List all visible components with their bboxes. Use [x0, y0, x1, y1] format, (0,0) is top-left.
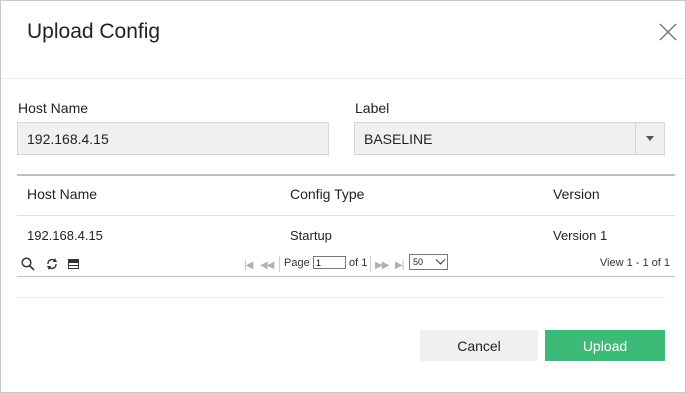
column-header-host-name[interactable]: Host Name [27, 186, 97, 202]
last-page-icon[interactable]: ▶| [395, 260, 404, 271]
cell-host-name: 192.168.4.15 [27, 228, 103, 243]
label-select[interactable]: BASELINE [354, 122, 665, 155]
page-count: of 1 [349, 257, 368, 269]
pager-separator [279, 256, 280, 272]
page-label: Page [284, 257, 310, 269]
label-select-value: BASELINE [364, 131, 433, 147]
label-select-toggle[interactable] [635, 123, 664, 154]
columns-icon[interactable] [68, 257, 79, 275]
host-name-field[interactable] [17, 122, 329, 155]
label-label: Label [355, 100, 390, 116]
host-name-label: Host Name [18, 100, 89, 116]
table-pager: |◀ ◀◀ Page of 1 ▶▶ ▶| 50 View 1 - 1 of 1 [17, 250, 675, 276]
column-header-version[interactable]: Version [553, 186, 600, 202]
pager-separator [370, 256, 371, 272]
prev-page-icon[interactable]: ◀◀ [260, 260, 274, 271]
dialog-header: Upload Config [1, 1, 685, 79]
rows-per-page-select[interactable]: 50 [409, 254, 448, 270]
upload-button[interactable]: Upload [545, 330, 665, 361]
footer-divider [17, 297, 665, 298]
column-header-config-type[interactable]: Config Type [290, 186, 364, 202]
dialog-title: Upload Config [27, 20, 161, 43]
cancel-button[interactable]: Cancel [420, 330, 538, 361]
next-page-icon[interactable]: ▶▶ [375, 260, 389, 271]
chevron-down-icon [435, 254, 446, 265]
search-icon[interactable] [21, 257, 35, 276]
refresh-icon[interactable] [46, 257, 58, 276]
first-page-icon[interactable]: |◀ [244, 260, 253, 271]
page-number-input[interactable] [313, 256, 346, 269]
table-header: Host Name Config Type Version [17, 176, 675, 216]
config-table: Host Name Config Type Version 192.168.4.… [17, 174, 675, 277]
upload-config-dialog: Upload Config Host Name Label BASELINE H… [0, 0, 686, 393]
view-records-text: View 1 - 1 of 1 [599, 257, 670, 269]
chevron-down-icon [646, 136, 654, 141]
cell-config-type: Startup [290, 228, 332, 243]
close-icon[interactable] [657, 21, 679, 43]
cell-version: Version 1 [553, 228, 608, 243]
rows-per-page-value: 50 [413, 257, 424, 267]
